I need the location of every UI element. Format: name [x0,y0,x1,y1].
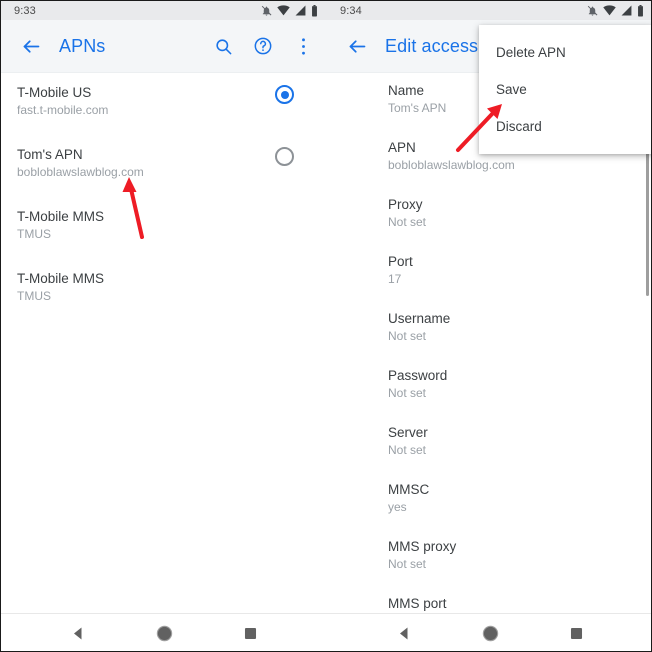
left-toolbar: APNs [1,20,327,73]
setting-label: Port [388,254,413,269]
status-icon-group [261,4,318,17]
setting-label: MMS port [388,596,447,611]
recents-nav-icon[interactable] [231,615,269,652]
status-bar: 9:33 [1,1,327,20]
setting-row-mms-proxy[interactable]: MMS proxy Not set [327,529,651,586]
status-time: 9:34 [340,4,362,17]
overflow-menu[interactable]: Delete APN Save Discard [479,25,651,154]
more-options-icon[interactable] [283,24,323,68]
setting-row-port[interactable]: Port 17 [327,244,651,301]
page-title-apns: APNs [59,35,106,56]
menu-item-save[interactable]: Save [479,71,651,108]
wifi-icon [277,5,290,16]
wifi-icon [603,5,616,16]
list-item[interactable]: T-Mobile US fast.t-mobile.com [1,73,327,135]
setting-label: Proxy [388,197,423,212]
home-nav-icon[interactable] [471,615,509,652]
apn-name: T-Mobile US [17,85,92,100]
list-item[interactable]: Tom's APN bobloblawslawblog.com [1,135,327,197]
setting-value: Not set [388,386,427,400]
setting-value: bobloblawslawblog.com [388,158,515,172]
setting-row-mmsc[interactable]: MMSC yes [327,472,651,529]
search-icon[interactable] [203,24,243,68]
scrollbar-thumb[interactable] [646,141,649,296]
setting-value: Not set [388,215,427,229]
apn-name: T-Mobile MMS [17,271,105,286]
back-nav-icon[interactable] [59,615,97,652]
apn-radio-selected[interactable] [275,85,294,104]
apn-address: bobloblawslawblog.com [17,165,144,179]
setting-label: Username [388,311,451,326]
setting-label: Server [388,425,428,440]
dual-screenshot-canvas: 9:33 APNs T-Mobile US fast.t-mobile.com … [0,0,652,652]
apn-list[interactable]: T-Mobile US fast.t-mobile.com Tom's APN … [1,73,327,613]
apn-address: fast.t-mobile.com [17,103,109,117]
left-screen-apn-list: 9:33 APNs T-Mobile US fast.t-mobile.com … [1,1,327,652]
battery-icon [637,4,644,17]
apn-address: TMUS [17,289,51,303]
apn-item-texts: Tom's APN bobloblawslawblog.com [17,146,275,181]
apn-item-texts: T-Mobile US fast.t-mobile.com [17,84,275,119]
setting-label: Password [388,368,448,383]
setting-row-proxy[interactable]: Proxy Not set [327,187,651,244]
notifications-off-icon [261,5,272,17]
apn-name: Tom's APN [17,147,83,162]
status-time: 9:33 [14,4,36,17]
arrow-back-icon[interactable] [335,24,379,68]
back-nav-icon[interactable] [385,615,423,652]
left-toolbar-actions [203,24,327,68]
apn-item-texts: T-Mobile MMS TMUS [17,208,311,243]
setting-value: yes [388,500,407,514]
recents-nav-icon[interactable] [557,615,595,652]
signal-icon [295,5,306,16]
list-item[interactable]: T-Mobile MMS TMUS [1,259,327,321]
menu-item-delete-apn[interactable]: Delete APN [479,34,651,71]
navigation-bar [1,613,327,652]
notifications-off-icon [587,5,598,17]
list-item[interactable]: T-Mobile MMS TMUS [1,197,327,259]
signal-icon [621,5,632,16]
status-icon-group [587,4,644,17]
setting-value: Not set [388,443,427,457]
setting-row-server[interactable]: Server Not set [327,415,651,472]
help-icon[interactable] [243,24,283,68]
right-screen-edit-apn: 9:34 Edit access point Name Tom's APN AP… [327,1,651,652]
setting-row-password[interactable]: Password Not set [327,358,651,415]
apn-name: T-Mobile MMS [17,209,105,224]
menu-item-discard[interactable]: Discard [479,108,651,145]
arrow-back-icon[interactable] [9,24,53,68]
home-nav-icon[interactable] [145,615,183,652]
navigation-bar [327,613,651,652]
battery-icon [311,4,318,17]
setting-label: MMS proxy [388,539,457,554]
apn-radio-unselected[interactable] [275,147,294,166]
setting-value: Not set [388,329,427,343]
setting-row-username[interactable]: Username Not set [327,301,651,358]
apn-address: TMUS [17,227,51,241]
setting-value: 17 [388,272,402,286]
setting-label: MMSC [388,482,430,497]
setting-row-mms-port[interactable]: MMS port [327,586,651,613]
apn-item-texts: T-Mobile MMS TMUS [17,270,311,305]
setting-value: Not set [388,557,427,571]
status-bar: 9:34 [327,1,651,20]
apn-settings-list[interactable]: Name Tom's APN APN bobloblawslawblog.com… [327,73,651,613]
